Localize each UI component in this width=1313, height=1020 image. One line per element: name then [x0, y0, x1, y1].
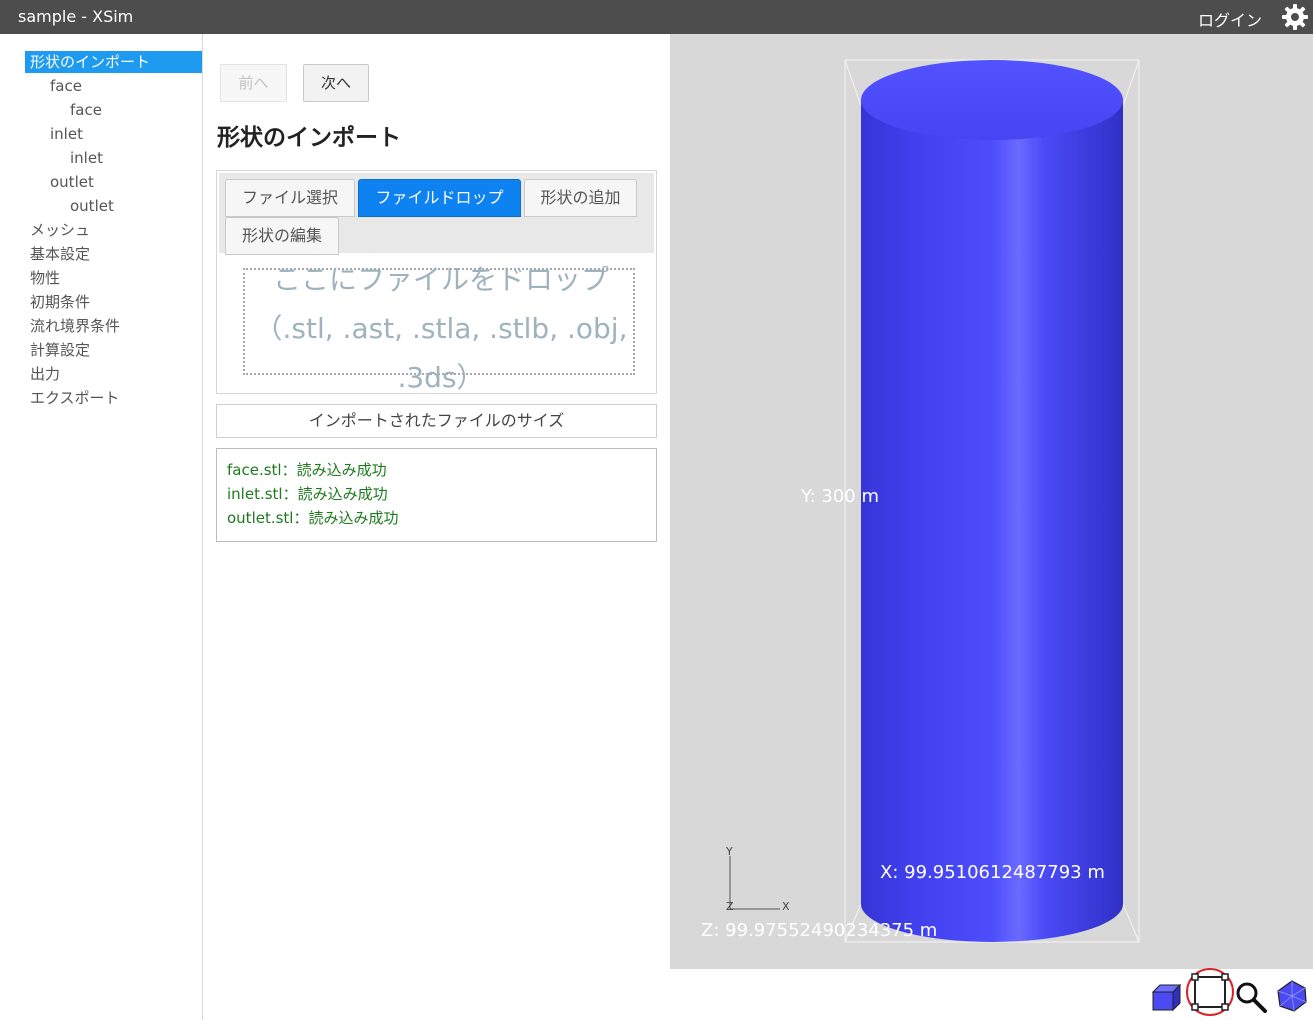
cylinder-shape — [861, 60, 1123, 942]
sidebar-item-mesh[interactable]: メッシュ — [30, 219, 90, 241]
axis-triad — [729, 856, 780, 910]
z-dimension-label: Z: 99.97552490234375 m — [701, 920, 937, 941]
3d-viewport[interactable]: Y X Z Y: 300 m X: 99.9510612487793 m Z: … — [670, 34, 1313, 969]
settings-panel: 前へ 次へ 形状のインポート ファイル選択 ファイルドロップ 形状の追加 形状の… — [203, 34, 670, 1020]
file-drop-zone[interactable]: ここにファイルをドロップ（.stl, .ast, .stla, .stlb, .… — [243, 263, 635, 394]
3d-scene: Y X Z Y: 300 m X: 99.9510612487793 m Z: … — [701, 59, 1140, 943]
sidebar-item-basic-settings[interactable]: 基本設定 — [30, 243, 90, 265]
import-tab-container: ファイル選択 ファイルドロップ 形状の追加 形状の編集 ここにファイルをドロップ… — [216, 170, 657, 394]
imported-file-size-button[interactable]: インポートされたファイルのサイズ — [216, 404, 657, 438]
tab-add-shape[interactable]: 形状の追加 — [524, 179, 637, 217]
sidebar-item-face-group[interactable]: face — [50, 75, 82, 97]
next-button[interactable]: 次へ — [303, 64, 369, 102]
app-title: sample - XSim — [18, 7, 134, 26]
log-line: outlet.stl：読み込み成功 — [227, 509, 399, 527]
x-dimension-label: X: 99.9510612487793 m — [880, 862, 1105, 883]
prev-button[interactable]: 前へ — [220, 64, 287, 102]
import-log: face.stl：読み込み成功 inlet.stl：読み込み成功 outlet.… — [216, 448, 657, 542]
axis-y-label: Y — [725, 845, 733, 858]
sidebar-item-calc-settings[interactable]: 計算設定 — [30, 339, 90, 361]
axis-z-label: Z — [726, 900, 734, 913]
sidebar-item-inlet-group[interactable]: inlet — [50, 123, 83, 145]
sidebar-item-flow-boundary[interactable]: 流れ境界条件 — [30, 315, 120, 337]
login-link[interactable]: ログイン — [1198, 7, 1262, 31]
tab-file-drop[interactable]: ファイルドロップ — [358, 179, 521, 217]
sidebar-item-output[interactable]: 出力 — [30, 363, 60, 385]
zoom-icon[interactable] — [1235, 981, 1267, 1013]
sidebar-item-inlet[interactable]: inlet — [70, 147, 103, 169]
view-toolbar — [670, 968, 1313, 1020]
log-line: inlet.stl：読み込み成功 — [227, 485, 388, 503]
y-dimension-label: Y: 300 m — [800, 486, 879, 507]
sidebar: 形状のインポート face face inlet inlet outlet ou… — [0, 34, 203, 1020]
cube-view-icon[interactable] — [1150, 983, 1182, 1011]
sidebar-item-face[interactable]: face — [70, 99, 102, 121]
sidebar-item-outlet-group[interactable]: outlet — [50, 171, 94, 193]
sidebar-item-outlet[interactable]: outlet — [70, 195, 114, 217]
title-bar: sample - XSim ログイン — [0, 0, 1313, 34]
tab-edit-shape[interactable]: 形状の編集 — [225, 217, 339, 255]
page-title: 形状のインポート — [217, 125, 401, 151]
drop-zone-text: ここにファイルをドロップ（.stl, .ast, .stla, .stlb, .… — [254, 263, 628, 394]
axis-x-label: X — [782, 900, 790, 913]
bounding-box-icon[interactable] — [1185, 965, 1235, 1019]
sidebar-item-initial-conditions[interactable]: 初期条件 — [30, 291, 90, 313]
sidebar-item-properties[interactable]: 物性 — [30, 267, 60, 289]
tab-file-select[interactable]: ファイル選択 — [225, 179, 355, 217]
tab-bar: ファイル選択 ファイルドロップ 形状の追加 形状の編集 — [219, 173, 654, 255]
gear-icon[interactable] — [1281, 3, 1309, 31]
mesh-view-icon[interactable] — [1276, 980, 1308, 1012]
sidebar-item-shape-import[interactable]: 形状のインポート — [25, 51, 202, 73]
sidebar-item-export[interactable]: エクスポート — [30, 387, 120, 409]
log-line: face.stl：読み込み成功 — [227, 461, 387, 479]
